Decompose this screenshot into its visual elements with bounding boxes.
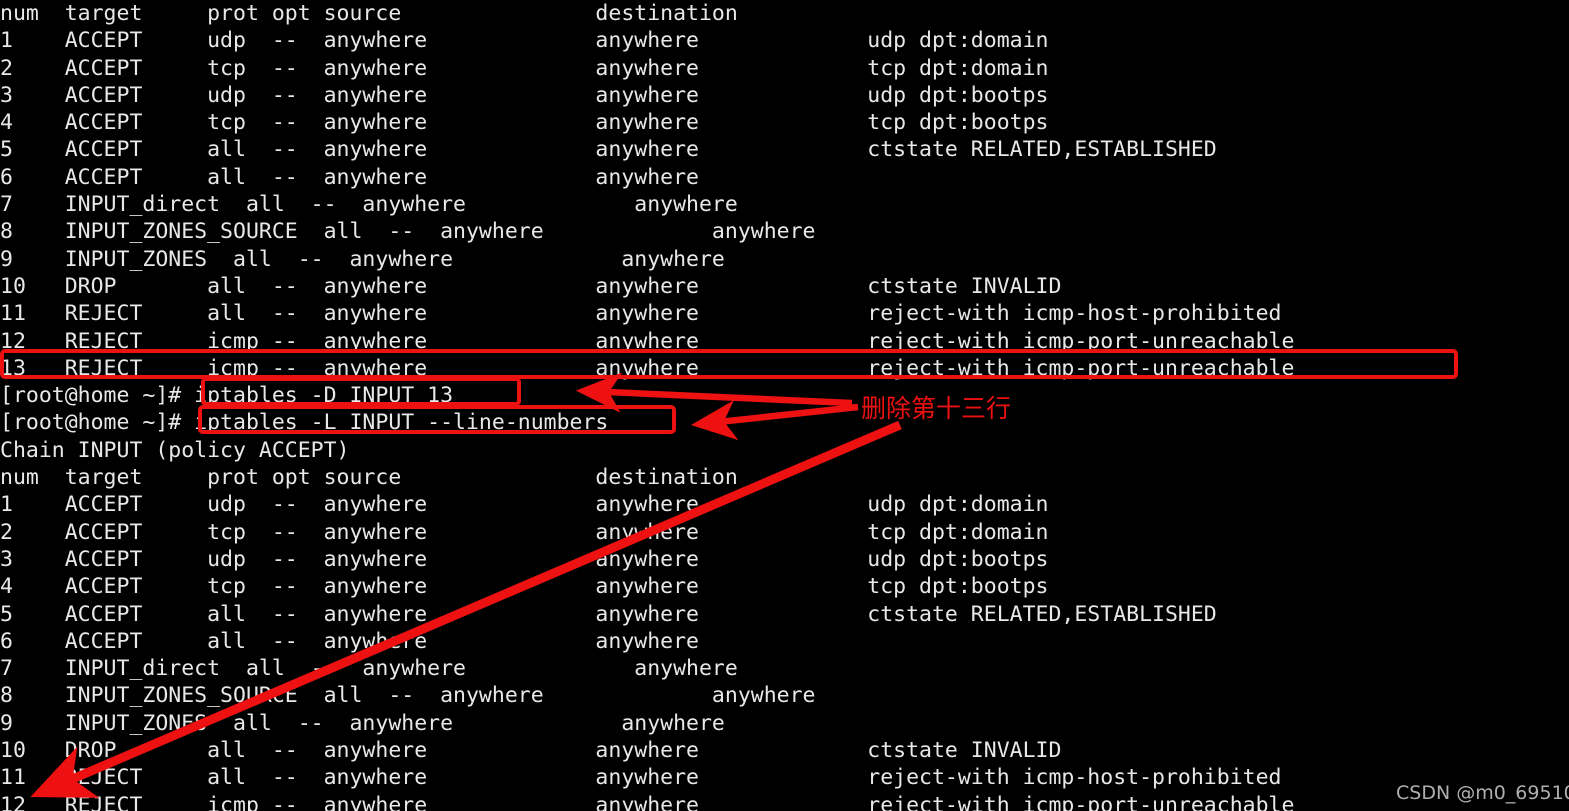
terminal-line: 9 INPUT_ZONES all -- anywhere anywhere [0, 246, 725, 272]
terminal-line: 1 ACCEPT udp -- anywhere anywhere udp dp… [0, 492, 1049, 518]
terminal-line: 2 ACCEPT tcp -- anywhere anywhere tcp dp… [0, 519, 1049, 545]
terminal-line: 7 INPUT_direct all -- anywhere anywhere [0, 656, 738, 682]
delete-command-highlight-box [201, 377, 521, 406]
terminal-line: 7 INPUT_direct all -- anywhere anywhere [0, 192, 738, 218]
terminal-line: 9 INPUT_ZONES all -- anywhere anywhere [0, 710, 725, 736]
terminal-line: Chain INPUT (policy ACCEPT) [0, 437, 350, 463]
terminal-line: 2 ACCEPT tcp -- anywhere anywhere tcp dp… [0, 55, 1049, 81]
list-command-highlight-box [198, 405, 676, 434]
terminal-line: 1 ACCEPT udp -- anywhere anywhere udp dp… [0, 28, 1049, 54]
terminal-line: 10 DROP all -- anywhere anywhere ctstate… [0, 738, 1062, 764]
terminal-line: 5 ACCEPT all -- anywhere anywhere ctstat… [0, 601, 1217, 627]
terminal-line: 4 ACCEPT tcp -- anywhere anywhere tcp dp… [0, 574, 1049, 600]
terminal-line: 3 ACCEPT udp -- anywhere anywhere udp dp… [0, 82, 1049, 108]
terminal-line: 3 ACCEPT udp -- anywhere anywhere udp dp… [0, 546, 1049, 572]
terminal-screen: num target prot opt source destination 1 … [0, 0, 1569, 811]
terminal-line: 8 INPUT_ZONES_SOURCE all -- anywhere any… [0, 683, 816, 709]
rule-13-highlight-box [0, 349, 1458, 379]
annotation-note: 删除第十三行 [861, 394, 1012, 423]
terminal-line: 10 DROP all -- anywhere anywhere ctstate… [0, 273, 1062, 299]
terminal-line: 6 ACCEPT all -- anywhere anywhere [0, 628, 699, 654]
terminal-line: 12 REJECT icmp -- anywhere anywhere reje… [0, 792, 1295, 811]
terminal-line: num target prot opt source destination [0, 1, 738, 26]
terminal-line: 11 REJECT all -- anywhere anywhere rejec… [0, 301, 1282, 327]
terminal-line: 4 ACCEPT tcp -- anywhere anywhere tcp dp… [0, 110, 1049, 136]
terminal-line: 8 INPUT_ZONES_SOURCE all -- anywhere any… [0, 219, 816, 245]
terminal-line: num target prot opt source destination [0, 465, 738, 491]
csdn-watermark: CSDN @m0_69510295 [1396, 782, 1569, 804]
terminal-line: 6 ACCEPT all -- anywhere anywhere [0, 164, 699, 190]
terminal-line: 5 ACCEPT all -- anywhere anywhere ctstat… [0, 137, 1217, 163]
terminal-line: 11 REJECT all -- anywhere anywhere rejec… [0, 765, 1282, 791]
